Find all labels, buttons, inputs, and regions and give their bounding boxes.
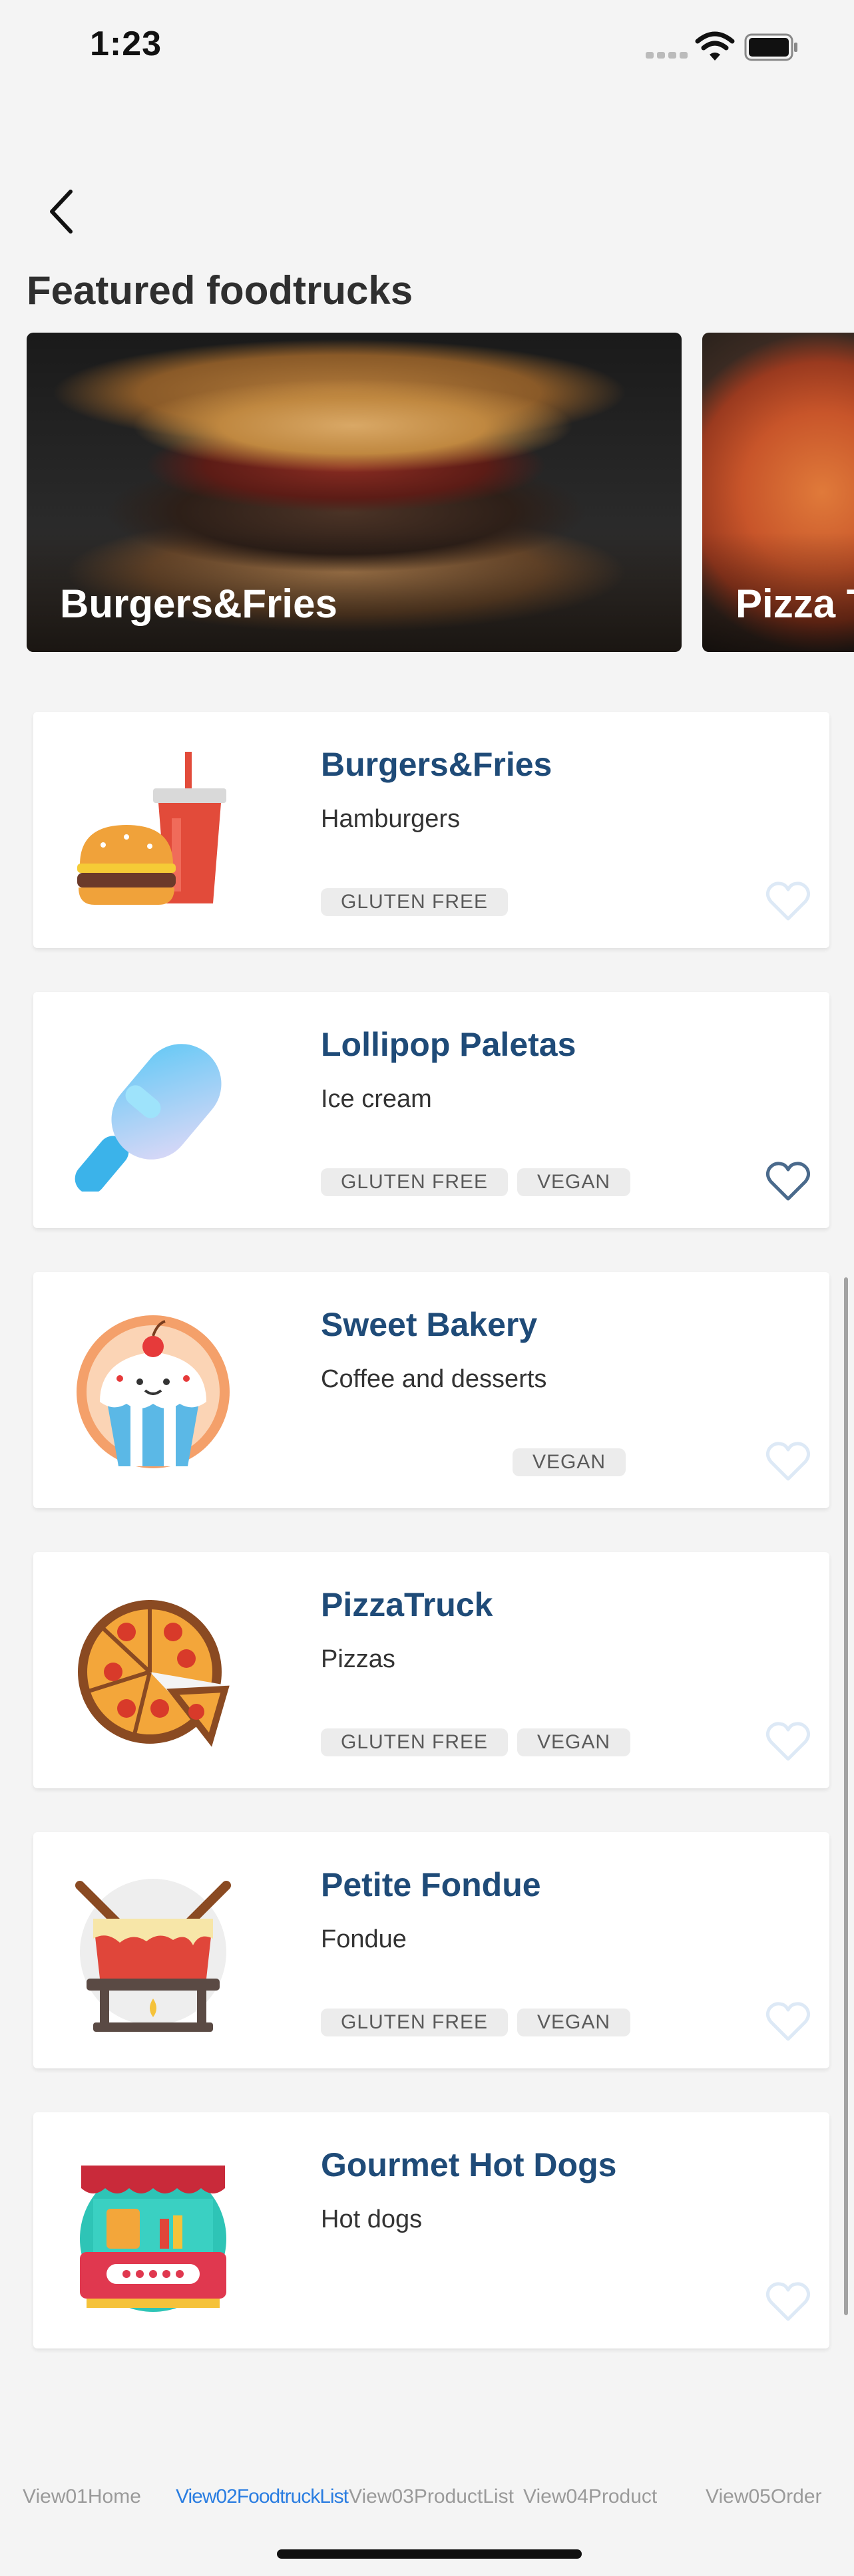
heart-icon [765,1722,811,1761]
tag-list: GLUTEN FREE VEGAN [321,2009,631,2036]
tab-home[interactable]: View01Home [23,2486,141,2508]
foodtruck-name: Lollipop Paletas [321,1026,576,1063]
page-title: Featured foodtrucks [27,268,413,313]
fondue-icon [73,1872,233,2032]
burger-drink-icon [73,752,233,911]
tab-foodtruck-list[interactable]: View02FoodtruckList [176,2486,349,2508]
foodtruck-card[interactable]: Petite Fondue Fondue GLUTEN FREE VEGAN [33,1832,829,2068]
tab-product-list[interactable]: View03ProductList [349,2486,514,2508]
tag-list: GLUTEN FREE VEGAN [321,1168,631,1196]
hotdog-stand-icon [73,2152,233,2312]
heart-icon [765,882,811,921]
battery-icon [744,33,797,61]
tag-list: GLUTEN FREE VEGAN [321,1728,631,1756]
favorite-button[interactable] [764,880,812,923]
wifi-icon [695,31,735,61]
pizza-icon [73,1592,233,1752]
chevron-left-icon [50,190,73,234]
tag-badge: GLUTEN FREE [321,2009,509,2036]
status-time: 1:23 [90,25,162,63]
status-bar: 1:23 [0,0,854,93]
foodtruck-card[interactable]: Sweet Bakery Coffee and desserts VEGAN [33,1272,829,1508]
heart-icon [765,1442,811,1481]
foodtruck-card[interactable]: Lollipop Paletas Ice cream GLUTEN FREE VEGA… [33,992,829,1228]
foodtruck-name: Gourmet Hot Dogs [321,2146,617,2183]
tag-list: VEGAN [513,1448,626,1476]
featured-card[interactable]: Pizza Truck [702,333,854,652]
foodtruck-description: Coffee and desserts [321,1365,547,1393]
foodtruck-name: Petite Fondue [321,1866,541,1903]
back-button[interactable] [39,185,85,238]
tab-product[interactable]: View04Product [523,2486,657,2508]
home-indicator [277,2549,582,2559]
cupcake-icon [73,1312,233,1472]
heart-icon [765,2282,811,2321]
tag-badge: VEGAN [517,2009,631,2036]
favorite-button[interactable] [764,1160,812,1203]
foodtruck-name: Burgers&Fries [321,746,552,783]
foodtruck-description: Ice cream [321,1085,432,1113]
foodtruck-description: Fondue [321,1925,407,1953]
tab-order[interactable]: View05Order [706,2486,822,2508]
foodtruck-name: Sweet Bakery [321,1306,538,1343]
signal-icon [646,52,688,59]
featured-carousel[interactable]: Burgers&Fries Pizza Truck [27,333,854,652]
tag-badge: GLUTEN FREE [321,1168,509,1196]
featured-card[interactable]: Burgers&Fries [27,333,682,652]
featured-card-label: Pizza Truck [736,581,854,626]
tag-badge: VEGAN [517,1728,631,1756]
favorite-button[interactable] [764,1440,812,1483]
featured-card-label: Burgers&Fries [60,581,337,626]
foodtruck-name: PizzaTruck [321,1586,493,1623]
scrollbar[interactable] [844,1277,848,2315]
favorite-button[interactable] [764,2281,812,2323]
foodtruck-card[interactable]: Gourmet Hot Dogs Hot dogs [33,2112,829,2348]
foodtruck-description: Pizzas [321,1645,395,1673]
tag-badge: GLUTEN FREE [321,1728,509,1756]
tag-badge: VEGAN [517,1168,631,1196]
tab-bar: View01Home View02FoodtruckList View03Pro… [0,2462,854,2528]
tag-badge: VEGAN [513,1448,626,1476]
favorite-button[interactable] [764,1720,812,1763]
foodtruck-card[interactable]: Burgers&Fries Hamburgers GLUTEN FREE [33,712,829,948]
foodtruck-description: Hot dogs [321,2205,423,2233]
foodtruck-description: Hamburgers [321,805,461,833]
foodtruck-card[interactable]: PizzaTruck Pizzas GLUTEN FREE VEGAN [33,1552,829,1788]
popsicle-icon [73,1032,233,1194]
tag-badge: GLUTEN FREE [321,888,509,916]
heart-icon [765,2002,811,2041]
heart-icon [765,1162,811,1201]
favorite-button[interactable] [764,2001,812,2043]
tag-list: GLUTEN FREE [321,888,509,916]
